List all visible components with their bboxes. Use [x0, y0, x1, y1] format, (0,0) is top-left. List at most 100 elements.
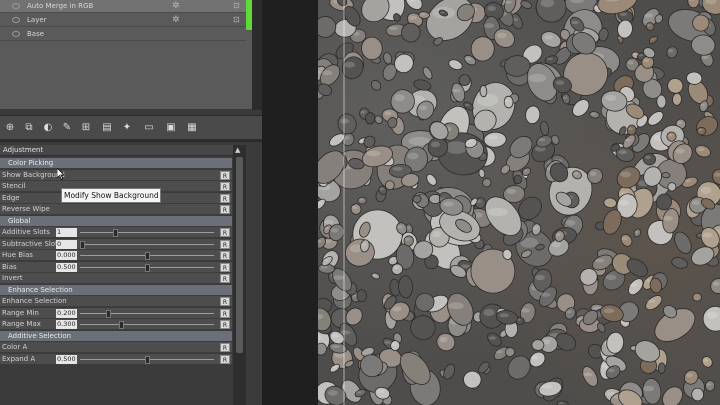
gravel-stone: [662, 386, 683, 405]
adjustment-header[interactable]: Adjustment: [0, 145, 246, 156]
stone-highlight: [384, 341, 391, 344]
stone-highlight: [499, 313, 509, 318]
stone-highlight: [642, 385, 655, 392]
layer-row[interactable]: Layer ✲ ⊡: [0, 14, 246, 27]
duplicate-layer-icon[interactable]: ⧉: [22, 121, 36, 135]
scrollbar-thumb[interactable]: [236, 157, 243, 353]
property-slider-track[interactable]: [80, 243, 214, 245]
property-label: Hue Bias: [2, 251, 33, 259]
property-slider-track[interactable]: [80, 312, 214, 314]
property-row: Reverse Wipe R: [0, 204, 232, 215]
stone-highlight: [540, 292, 551, 297]
gravel-stone: [525, 105, 541, 125]
reset-button[interactable]: R: [220, 170, 230, 180]
stone-highlight: [633, 53, 637, 56]
property-slider-handle[interactable]: [145, 263, 150, 272]
property-group-header[interactable]: Enhance Selection: [0, 284, 232, 296]
lock-icon[interactable]: ⊡: [233, 1, 240, 11]
property-group-header[interactable]: Global: [0, 215, 232, 227]
property-value-field[interactable]: 1: [56, 228, 77, 237]
visibility-eye-icon[interactable]: [12, 31, 20, 37]
stone-highlight: [360, 110, 366, 114]
stone-highlight: [503, 0, 512, 4]
reset-button[interactable]: R: [220, 205, 230, 214]
stone-highlight: [330, 228, 339, 233]
adjustment-section: Adjustment Color Picking Show Background R…: [0, 142, 262, 405]
property-label: Invert: [2, 274, 23, 282]
gravel-stone: [694, 144, 711, 158]
reset-button[interactable]: R: [220, 239, 230, 249]
reset-button[interactable]: R: [220, 297, 230, 306]
layers-adjustment-panel: Auto Merge in RGB ✲ ⊡ Layer ✲ ⊡ Base ⊕ ⧉…: [0, 0, 262, 405]
adjustment-scrollbar[interactable]: ▲: [233, 145, 246, 405]
layer-row[interactable]: Auto Merge in RGB ✲ ⊡: [0, 0, 246, 13]
property-group-header[interactable]: Color Picking: [0, 158, 232, 169]
group-icon[interactable]: ▤: [100, 121, 114, 135]
property-value-field[interactable]: 0.200: [56, 308, 77, 318]
add-layer-icon[interactable]: ⊕: [3, 121, 17, 135]
stone-highlight: [605, 274, 617, 280]
mask-icon[interactable]: ◐: [41, 121, 55, 135]
layer-name: Layer: [27, 16, 47, 24]
reset-button[interactable]: R: [220, 354, 230, 364]
property-value-field[interactable]: 0.500: [56, 354, 77, 364]
reset-button[interactable]: R: [220, 228, 230, 237]
gravel-stone: [589, 111, 600, 119]
image-viewport[interactable]: [318, 0, 720, 405]
property-slider-handle[interactable]: [145, 355, 150, 364]
layer-settings-icon[interactable]: ✲: [172, 1, 180, 11]
scroll-up-icon[interactable]: ▲: [235, 146, 240, 154]
stone-highlight: [432, 231, 442, 238]
reset-button[interactable]: R: [220, 262, 230, 272]
property-slider-handle[interactable]: [80, 240, 85, 249]
reset-button[interactable]: R: [220, 182, 230, 191]
property-slider-track[interactable]: [80, 324, 214, 325]
stone-highlight: [320, 265, 328, 269]
stone-highlight: [420, 13, 426, 16]
gravel-stone: [503, 95, 514, 109]
folder-icon[interactable]: ▭: [142, 121, 156, 135]
property-label: Color Picking: [8, 159, 54, 167]
gravel-stone: [365, 112, 376, 125]
reset-button[interactable]: R: [220, 251, 230, 260]
reset-button[interactable]: R: [220, 320, 230, 329]
stone-highlight: [340, 118, 350, 124]
property-slider-track[interactable]: [80, 232, 214, 233]
reset-button[interactable]: R: [220, 274, 230, 283]
visibility-eye-icon[interactable]: [12, 3, 20, 9]
property-label: Range Max: [2, 320, 41, 328]
panel-splitter[interactable]: [0, 110, 262, 115]
lock-icon[interactable]: ⊡: [233, 15, 240, 25]
layer-settings-icon[interactable]: ✲: [172, 15, 180, 25]
property-value-field[interactable]: 0: [56, 239, 77, 249]
property-slider-handle[interactable]: [106, 309, 111, 318]
layer-row[interactable]: Base: [0, 28, 246, 41]
merge-icon[interactable]: ⊞: [79, 121, 93, 135]
stone-highlight: [605, 95, 617, 101]
reset-button[interactable]: R: [220, 343, 230, 352]
stone-highlight: [629, 283, 638, 287]
gravel-stone: [648, 35, 658, 44]
property-value-field[interactable]: 0.500: [56, 262, 77, 272]
property-slider-handle[interactable]: [145, 252, 150, 260]
property-value-field[interactable]: 0.300: [56, 320, 77, 329]
grid-icon[interactable]: ▦: [185, 121, 199, 135]
property-slider-handle[interactable]: [119, 321, 124, 329]
property-value-field[interactable]: 0.000: [56, 251, 77, 260]
gravel-stone: [470, 248, 516, 294]
stone-highlight: [331, 366, 336, 369]
stone-highlight: [465, 57, 472, 61]
gravel-stone: [370, 79, 382, 91]
property-group-header[interactable]: Additive Selection: [0, 330, 232, 342]
paint-icon[interactable]: ✎: [60, 121, 74, 135]
property-slider-handle[interactable]: [112, 229, 118, 237]
reset-button[interactable]: R: [220, 308, 230, 318]
property-row: Subtractive Slots 0 R: [0, 238, 232, 250]
brush-icon[interactable]: ✦: [120, 121, 134, 135]
reset-button[interactable]: R: [220, 193, 230, 203]
visibility-eye-icon[interactable]: [12, 17, 20, 23]
stone-highlight: [698, 128, 703, 132]
gravel-stone: [603, 197, 617, 209]
stone-highlight: [333, 275, 345, 280]
adjust-layer-icon[interactable]: ▣: [164, 121, 178, 135]
